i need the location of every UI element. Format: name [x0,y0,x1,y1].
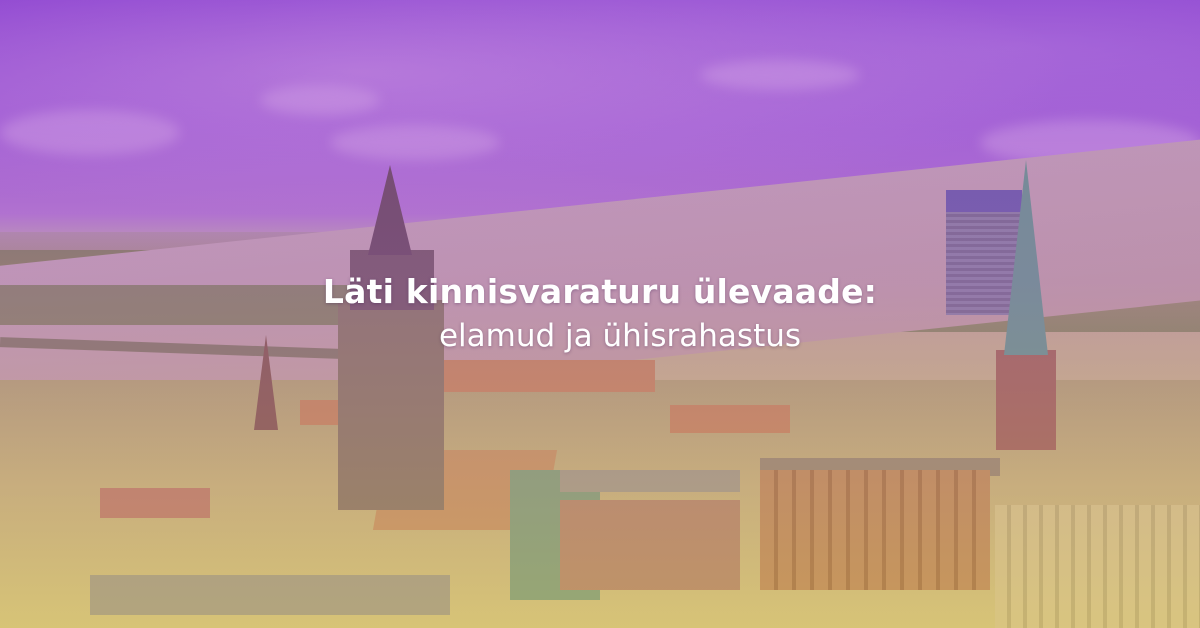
hero-banner: Läti kinnisvaraturu ülevaade: elamud ja … [0,0,1200,628]
headline-title: Läti kinnisvaraturu ülevaade: [322,272,878,311]
headline-subtitle: elamud ja ühisrahastus [438,318,802,354]
headline: Läti kinnisvaraturu ülevaade: elamud ja … [0,270,1200,358]
